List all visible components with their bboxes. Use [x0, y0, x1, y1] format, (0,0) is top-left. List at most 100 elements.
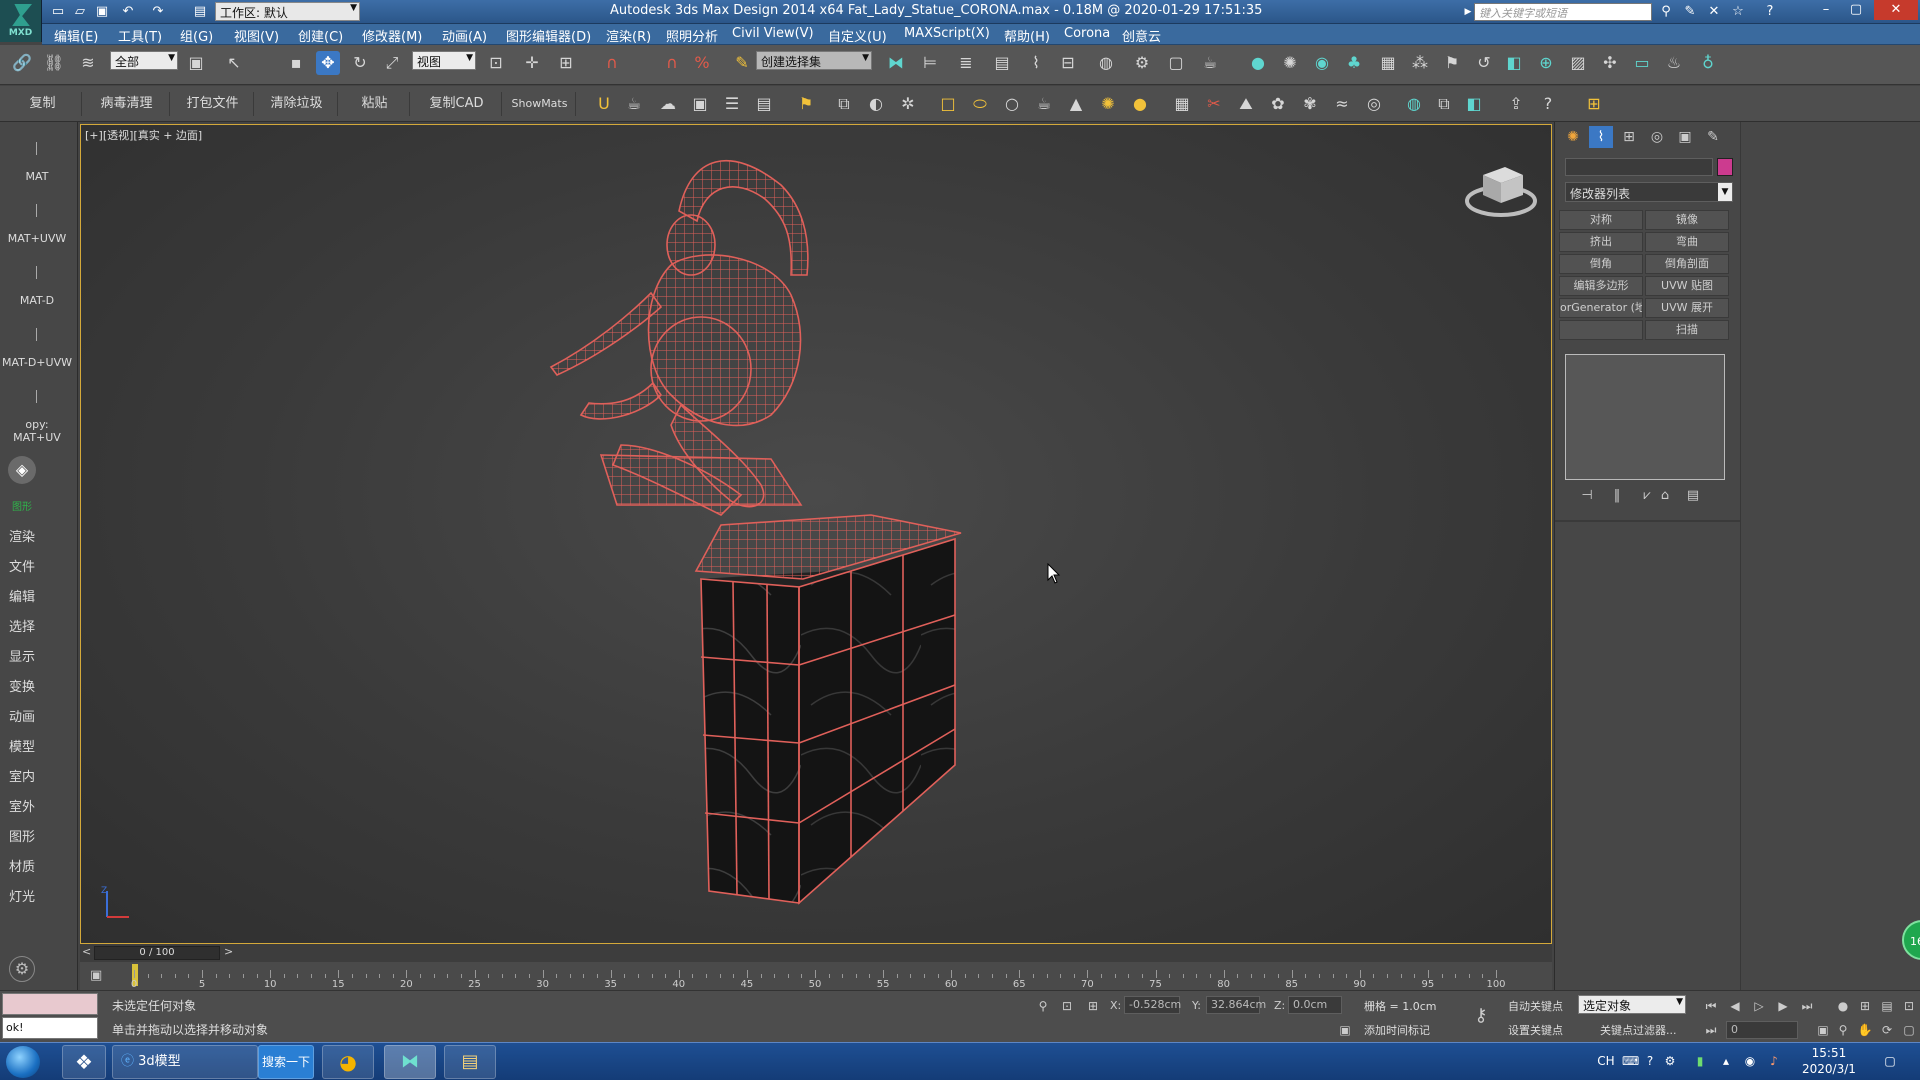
nav-edit[interactable]: 编辑 — [0, 586, 44, 605]
key-filters-button[interactable]: 关键点过滤器... — [1600, 1022, 1677, 1038]
mat-uvw-button[interactable]: MAT+UVW — [0, 232, 74, 245]
track-bar[interactable]: ▣ 0 5 10 15 20 25 30 35 40 45 50 55 60 65 70 75 80 85 90 95… — [80, 962, 1552, 990]
menu-group[interactable]: 组(G) — [180, 26, 213, 45]
nav-lights[interactable]: 灯光 — [0, 886, 44, 905]
system-clock[interactable]: 15:51 2020/3/1 — [1802, 1045, 1856, 1077]
settings-gear-icon[interactable]: ⚙ — [9, 956, 35, 982]
selection-lock-icon[interactable]: ⊡ — [1058, 997, 1076, 1015]
selection-filter-dropdown[interactable]: 全部 ▼ — [110, 51, 178, 70]
search-input[interactable]: 键入关键字或短语 — [1474, 3, 1652, 21]
teapot-render-icon[interactable]: ☕ — [622, 92, 646, 116]
sphere-primitive-icon[interactable]: ⬭ — [968, 92, 992, 116]
snaps-toggle-icon[interactable]: ∩ — [600, 51, 624, 75]
modifier-unwrap-uvw-button[interactable]: UVW 展开 — [1645, 298, 1729, 318]
menu-help[interactable]: 帮助(H) — [1004, 26, 1050, 45]
tray-settings-icon[interactable]: ⚙ — [1662, 1053, 1678, 1069]
set-key-button[interactable]: 设置关键点 — [1508, 1022, 1563, 1038]
add-time-tag-button[interactable]: 添加时间标记 — [1364, 1022, 1430, 1038]
chrome-icon[interactable]: ◕ — [322, 1045, 374, 1079]
select-and-rotate-icon[interactable]: ↻ — [348, 51, 372, 75]
maximize-viewport-icon[interactable]: ⊡ — [1900, 997, 1918, 1015]
make-unique-icon[interactable]: ⩗ — [1637, 488, 1657, 506]
save-icon[interactable]: ▣ — [94, 4, 110, 20]
project-folder-icon[interactable]: ▤ — [192, 4, 208, 20]
mat-d-uvw-button[interactable]: MAT-D+UVW — [0, 356, 74, 369]
modifier-stack-list[interactable] — [1565, 354, 1725, 480]
modify-tab-icon[interactable]: ⌇ — [1589, 126, 1613, 148]
configure-modifier-sets-icon[interactable]: ▤ — [1683, 488, 1703, 506]
tape-icon[interactable]: ✂ — [1202, 92, 1226, 116]
3ds-max-task-icon[interactable]: ⧓ — [384, 1045, 436, 1079]
volume-icon[interactable]: ♪ — [1766, 1053, 1782, 1069]
undo-icon[interactable]: ↶ — [120, 4, 136, 20]
pin-stack-icon[interactable]: ⊣ — [1577, 488, 1597, 506]
align-icon[interactable]: ⊨ — [918, 51, 942, 75]
frame-buffer-icon[interactable]: ▦ — [1376, 51, 1400, 75]
nav-exterior[interactable]: 室外 — [0, 796, 44, 815]
show-hidden-icons[interactable]: ▴ — [1718, 1053, 1734, 1069]
pan-view-icon[interactable]: ✋ — [1856, 1021, 1874, 1039]
nav-material[interactable]: 材质 — [0, 856, 44, 875]
safe-frame-icon[interactable]: ▭ — [1630, 51, 1654, 75]
modifier-empty-button[interactable] — [1559, 320, 1643, 340]
taskbar-search-button[interactable]: 搜索一下 — [258, 1045, 314, 1079]
modifier-bevel-button[interactable]: 倒角 — [1559, 254, 1643, 274]
modifier-bend-button[interactable]: 弯曲 — [1645, 232, 1729, 252]
minimize-button[interactable]: – — [1812, 0, 1840, 20]
magnet-icon[interactable]: U — [592, 92, 616, 116]
nav-shapes[interactable]: 图形 — [0, 826, 44, 845]
next-frame-arrow-icon[interactable]: > — [224, 945, 233, 958]
clear-garbage-button[interactable]: 清除垃圾 — [256, 92, 338, 116]
particle-icon[interactable]: ✲ — [896, 92, 920, 116]
time-configuration-icon[interactable]: ▣ — [1814, 1021, 1832, 1039]
material-swatch-icon[interactable]: ◧ — [1462, 92, 1486, 116]
render-setup-icon[interactable]: ⚙ — [1130, 51, 1154, 75]
battery-icon[interactable]: ▮ — [1692, 1053, 1708, 1069]
menu-civil-view[interactable]: Civil View(V) — [732, 26, 814, 41]
modifier-list-dropdown[interactable]: 修改器列表 ▼ — [1565, 182, 1733, 202]
keyboard-shortcut-override-icon[interactable]: ⊞ — [554, 51, 578, 75]
curve-editor-mini-icon[interactable]: ▣ — [90, 968, 108, 984]
network-icon[interactable]: ◉ — [1742, 1053, 1758, 1069]
show-end-result-icon[interactable]: ‖ — [1607, 488, 1627, 506]
next-frame-icon[interactable]: ▶ — [1774, 997, 1792, 1015]
file-explorer-icon[interactable]: ▤ — [444, 1045, 496, 1079]
box-primitive-icon[interactable]: □ — [936, 92, 960, 116]
select-by-name-icon[interactable]: ↖ — [222, 51, 246, 75]
teapot-primitive-icon[interactable]: ☕ — [1032, 92, 1056, 116]
graphite-ribbon-icon[interactable]: ▤ — [990, 51, 1014, 75]
hair-icon[interactable]: ≈ — [1330, 92, 1354, 116]
landscape-icon[interactable]: ⛰ — [1234, 92, 1258, 116]
export-icon[interactable]: ⇪ — [1504, 92, 1528, 116]
menu-graph-editors[interactable]: 图形编辑器(D) — [506, 26, 591, 45]
menu-edit[interactable]: 编辑(E) — [54, 26, 98, 45]
create-tab-icon[interactable]: ✺ — [1561, 126, 1585, 148]
redo-icon[interactable]: ↷ — [150, 4, 166, 20]
copy-button[interactable]: 复制 — [4, 92, 82, 116]
edit-named-selection-icon[interactable]: ✎ — [730, 51, 754, 75]
nav-display[interactable]: 显示 — [0, 646, 44, 665]
menu-lighting-analysis[interactable]: 照明分析 — [666, 26, 718, 45]
schematic-view-icon[interactable]: ⊟ — [1056, 51, 1080, 75]
shell-icon[interactable]: ◎ — [1362, 92, 1386, 116]
maximize-button[interactable]: ▢ — [1842, 0, 1870, 20]
keyboard-icon[interactable]: ⌨ — [1622, 1053, 1639, 1069]
app-logo[interactable]: MXD — [0, 0, 42, 42]
modifier-bevel-profile-button[interactable]: 倒角剖面 — [1645, 254, 1729, 274]
copy-mat-uv-button[interactable]: opy: MAT+UV — [0, 418, 74, 444]
object-color-swatch[interactable] — [1717, 158, 1733, 176]
modifier-sweep-button[interactable]: 扫描 — [1645, 320, 1729, 340]
layer-manager-icon[interactable]: ≣ — [954, 51, 978, 75]
cone-primitive-icon[interactable]: ▲ — [1064, 92, 1088, 116]
teapot-icon[interactable]: ♨ — [1662, 51, 1686, 75]
zoom-icon[interactable]: ● — [1834, 997, 1852, 1015]
tools-icon[interactable]: ✎ — [1682, 4, 1698, 20]
absolute-mode-icon[interactable]: ⊞ — [1084, 997, 1102, 1015]
time-tag-icon[interactable]: ▣ — [1336, 1021, 1354, 1039]
rendered-frame-window-icon[interactable]: ▢ — [1164, 51, 1188, 75]
nav-model[interactable]: 模型 — [0, 736, 44, 755]
taskbar-ie-window[interactable]: ⓔ 3d模型 — [112, 1045, 258, 1079]
corona-proxy-icon[interactable]: ♣ — [1342, 51, 1366, 75]
nav-interior[interactable]: 室内 — [0, 766, 44, 785]
select-manipulate-icon[interactable]: ✛ — [520, 51, 544, 75]
